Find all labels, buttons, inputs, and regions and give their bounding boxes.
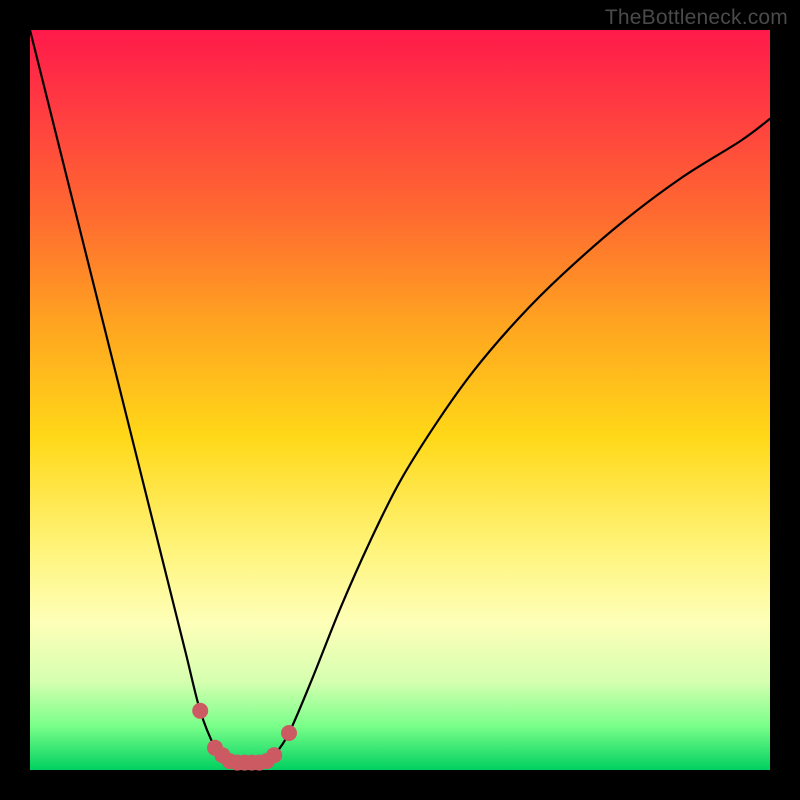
curve-layer bbox=[30, 30, 770, 770]
watermark-text: TheBottleneck.com bbox=[605, 6, 788, 30]
bottleneck-curve bbox=[30, 30, 770, 763]
highlight-dot bbox=[192, 703, 208, 719]
highlight-markers bbox=[192, 703, 297, 771]
chart-frame: TheBottleneck.com bbox=[0, 0, 800, 800]
highlight-dot bbox=[266, 747, 282, 763]
highlight-dot bbox=[281, 725, 297, 741]
plot-area bbox=[30, 30, 770, 770]
